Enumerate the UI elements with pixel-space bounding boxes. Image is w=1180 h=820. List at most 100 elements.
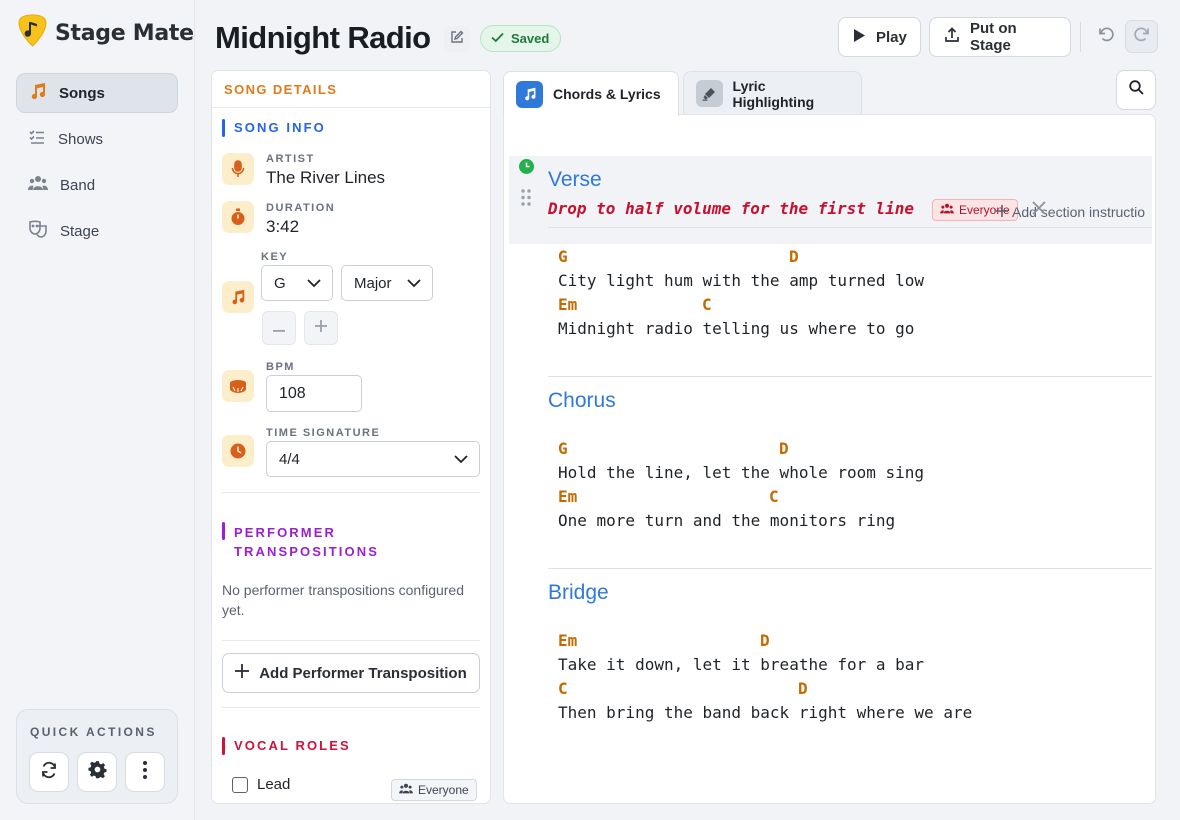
chord[interactable]: D xyxy=(798,679,808,698)
artist-value: The River Lines xyxy=(266,168,386,187)
tab-lyric-highlighting[interactable]: Lyric Highlighting xyxy=(683,71,862,115)
drum-icon xyxy=(222,370,254,402)
chord[interactable]: Em xyxy=(558,487,577,506)
lyric-line[interactable]: Take it down, let it breathe for a bar xyxy=(558,655,924,674)
saved-status-badge: Saved xyxy=(480,25,562,52)
redo-icon xyxy=(1133,25,1151,48)
timer-status-icon xyxy=(519,159,534,179)
brand[interactable]: Stage Mate xyxy=(18,14,194,52)
key-select[interactable]: G xyxy=(261,265,333,301)
plus-icon xyxy=(235,664,250,682)
chord[interactable]: C xyxy=(558,679,568,698)
add-transposition-label: Add Performer Transposition xyxy=(259,664,467,682)
lyric-line[interactable]: Then bring the band back right where we … xyxy=(558,703,972,722)
play-button[interactable]: Play xyxy=(838,17,921,57)
lyric-line[interactable]: Midnight radio telling us where to go xyxy=(558,319,914,338)
section-name-verse[interactable]: Verse xyxy=(548,168,602,192)
refresh-icon xyxy=(40,761,58,784)
add-section-instruction-button[interactable]: Add section instructio xyxy=(996,204,1145,220)
tab-chords-lyrics[interactable]: Chords & Lyrics xyxy=(503,71,679,116)
plus-icon xyxy=(315,319,327,337)
mode-select-value: Major xyxy=(354,274,392,292)
lead-checkbox[interactable] xyxy=(232,776,248,793)
duration-value: 3:42 xyxy=(266,217,300,236)
chevron-down-icon xyxy=(307,275,321,292)
time-signature-value: 4/4 xyxy=(279,450,300,468)
tab-label: Lyric Highlighting xyxy=(732,77,815,110)
sidebar-nav: Songs Shows Band Stage xyxy=(16,73,178,257)
lyric-line[interactable]: Hold the line, let the whole room sing xyxy=(558,463,924,482)
time-signature-label: TIME SIGNATURE xyxy=(266,427,381,439)
add-performer-transposition-button[interactable]: Add Performer Transposition xyxy=(222,653,480,693)
chord[interactable]: C xyxy=(702,295,712,314)
search-icon xyxy=(1128,80,1144,100)
section-divider xyxy=(548,376,1152,377)
play-label: Play xyxy=(876,28,907,46)
put-on-stage-button[interactable]: Put on Stage xyxy=(929,17,1071,57)
mode-select[interactable]: Major xyxy=(341,265,433,301)
check-icon xyxy=(491,31,504,46)
users-icon xyxy=(28,174,48,196)
chord[interactable]: Em xyxy=(558,295,577,314)
close-icon[interactable] xyxy=(1032,201,1046,220)
sidebar-item-songs[interactable]: Songs xyxy=(16,73,178,113)
time-signature-select[interactable]: 4/4 xyxy=(266,441,480,477)
section-name-bridge[interactable]: Bridge xyxy=(548,581,609,605)
undo-icon xyxy=(1097,25,1115,48)
theater-masks-icon xyxy=(28,220,48,242)
duration-label: DURATION xyxy=(266,202,336,214)
edit-title-button[interactable] xyxy=(444,26,470,52)
sidebar-item-stage[interactable]: Stage xyxy=(16,211,178,251)
section-instruction[interactable]: Drop to half volume for the first line xyxy=(548,199,914,218)
transpose-up-button[interactable] xyxy=(304,311,338,345)
music-note-icon xyxy=(222,281,254,313)
play-icon xyxy=(853,28,866,47)
bpm-input[interactable]: 108 xyxy=(266,375,362,412)
performer-transpositions-title: PERFORMER TRANSPOSITIONS xyxy=(234,525,379,559)
sidebar-item-label: Stage xyxy=(60,222,100,240)
sync-button[interactable] xyxy=(29,752,69,792)
more-vertical-icon xyxy=(142,760,148,785)
chord-sheet-editor[interactable]: Verse Drop to half volume for the first … xyxy=(503,114,1156,804)
section-accent-bar xyxy=(222,737,225,755)
audience-label: Everyone xyxy=(418,783,469,797)
instruction-underline xyxy=(548,227,1152,228)
drag-handle-icon[interactable] xyxy=(521,189,531,211)
song-details-title: SONG DETAILS xyxy=(212,71,490,108)
settings-button[interactable] xyxy=(77,752,117,792)
checklist-icon xyxy=(28,128,46,150)
chord[interactable]: G xyxy=(558,439,568,458)
transpose-down-button[interactable] xyxy=(262,311,296,345)
users-icon xyxy=(399,783,413,797)
vocal-role-audience-badge[interactable]: Everyone xyxy=(391,779,477,801)
saved-label: Saved xyxy=(511,31,550,46)
undo-button[interactable] xyxy=(1089,20,1122,53)
clock-icon xyxy=(222,435,254,467)
chord[interactable]: D xyxy=(760,631,770,650)
more-options-button[interactable] xyxy=(125,752,165,792)
sidebar-item-band[interactable]: Band xyxy=(16,165,178,205)
lyric-line[interactable]: City light hum with the amp turned low xyxy=(558,271,924,290)
lyric-line[interactable]: One more turn and the monitors ring xyxy=(558,511,895,530)
sidebar-item-shows[interactable]: Shows xyxy=(16,119,178,159)
section-divider xyxy=(222,492,480,493)
sidebar-item-label: Shows xyxy=(58,130,104,148)
guitar-pick-logo-icon xyxy=(18,14,47,52)
redo-button[interactable] xyxy=(1125,20,1158,53)
vocal-role-lead[interactable]: Lead xyxy=(232,776,290,793)
quick-actions-panel: QUICK ACTIONS xyxy=(16,709,178,804)
chord[interactable]: D xyxy=(789,247,799,266)
chord[interactable]: C xyxy=(769,487,779,506)
transpositions-empty-text: No performer transpositions configured y… xyxy=(222,582,465,618)
section-divider xyxy=(222,640,480,641)
app-name: Stage Mate xyxy=(55,20,194,46)
chord[interactable]: D xyxy=(779,439,789,458)
chevron-down-icon xyxy=(454,451,468,468)
chord[interactable]: Em xyxy=(558,631,577,650)
performer-transpositions-heading: PERFORMER TRANSPOSITIONS xyxy=(222,522,404,561)
chord[interactable]: G xyxy=(558,247,568,266)
section-name-chorus[interactable]: Chorus xyxy=(548,389,616,413)
search-button[interactable] xyxy=(1116,70,1156,110)
vocal-role-label: Lead xyxy=(257,776,291,793)
quick-actions-title: QUICK ACTIONS xyxy=(30,725,157,739)
